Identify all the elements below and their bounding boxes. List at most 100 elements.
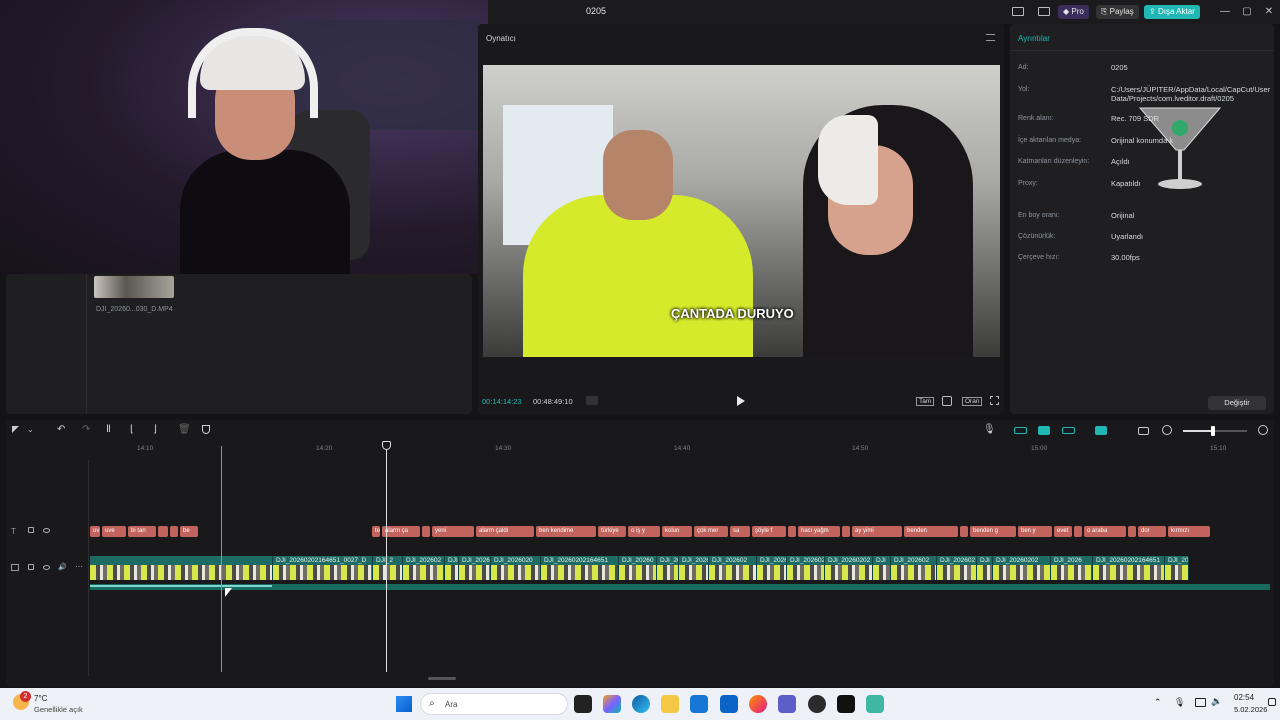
video-clip[interactable]: DJI_20260 — [1165, 556, 1189, 580]
text-clip[interactable]: te — [372, 526, 380, 537]
lock-icon[interactable] — [28, 564, 34, 570]
text-clip[interactable] — [1074, 526, 1082, 537]
text-clip[interactable]: be — [180, 526, 198, 537]
change-button[interactable]: Değiştir — [1208, 396, 1266, 410]
lock-icon[interactable] — [28, 527, 34, 533]
zoom-slider-handle[interactable] — [1211, 426, 1215, 436]
play-icon[interactable] — [737, 396, 745, 406]
eye-icon[interactable] — [43, 565, 50, 570]
video-clip[interactable]: DJI_202602 — [937, 556, 977, 580]
playhead[interactable] — [386, 446, 387, 672]
video-clip[interactable]: DJI_20260202 — [993, 556, 1051, 580]
text-clip[interactable]: alarm ça — [382, 526, 420, 537]
text-clip[interactable]: çok mer — [694, 526, 728, 537]
capcut-icon[interactable] — [837, 695, 855, 713]
caption-toggle-icon[interactable] — [1138, 427, 1149, 435]
undo-icon[interactable]: ↶ — [57, 424, 65, 435]
text-clip[interactable]: uv — [90, 526, 100, 537]
chevron-up-icon[interactable]: ⌃ — [1154, 697, 1162, 708]
store-icon[interactable] — [690, 695, 708, 713]
video-clip[interactable]: DJI_202602 — [709, 556, 757, 580]
timecode-icon[interactable] — [586, 396, 598, 405]
text-clip[interactable]: bi tan — [128, 526, 156, 537]
text-clip[interactable] — [422, 526, 430, 537]
text-clip[interactable]: evet — [1054, 526, 1072, 537]
chevron-down-icon[interactable]: ⌄ — [27, 425, 34, 434]
linkage-icon[interactable] — [1062, 427, 1075, 434]
text-clip[interactable] — [170, 526, 178, 537]
text-clip[interactable]: dor — [1138, 526, 1166, 537]
clock-date[interactable]: 5.02.2026 — [1234, 705, 1267, 714]
outlook-icon[interactable] — [720, 695, 738, 713]
video-frame[interactable]: ÇANTADA DURUYO — [483, 65, 1000, 357]
video-clip[interactable]: DJI_2026020 — [491, 556, 541, 580]
task-view-icon[interactable] — [574, 695, 592, 713]
notepad-icon[interactable] — [866, 695, 884, 713]
text-clip[interactable] — [788, 526, 796, 537]
video-clip[interactable]: DJI_2 — [373, 556, 403, 580]
select-tool-icon[interactable] — [12, 426, 19, 433]
file-explorer-icon[interactable] — [661, 695, 679, 713]
volume-icon[interactable]: 🔉 — [1211, 696, 1222, 707]
text-clip[interactable] — [960, 526, 968, 537]
main-track-link-icon[interactable] — [1014, 427, 1027, 434]
microphone-tray-icon[interactable]: 🎙 — [1174, 697, 1185, 708]
zoom-slider[interactable] — [1183, 426, 1247, 436]
windows-start-icon[interactable] — [396, 696, 412, 712]
video-clip[interactable]: DJI_2026 — [1051, 556, 1093, 580]
text-clip[interactable] — [1128, 526, 1136, 537]
split-left-icon[interactable]: ⌊ — [130, 424, 134, 435]
preview-axis-icon[interactable] — [1095, 426, 1107, 435]
text-clip[interactable]: türkiye — [598, 526, 626, 537]
video-clip[interactable]: DJI_202602 — [787, 556, 825, 580]
text-clip[interactable]: benden g — [970, 526, 1016, 537]
share-button[interactable]: ⎘ Paylaş — [1096, 5, 1139, 19]
video-clip[interactable]: DJI_20260202 — [825, 556, 873, 580]
playhead-handle[interactable] — [382, 441, 391, 450]
zoom-in-icon[interactable] — [1258, 425, 1268, 435]
full-quality-button[interactable]: Tam — [916, 397, 935, 406]
video-clip[interactable]: DJI — [977, 556, 993, 580]
delete-icon[interactable]: 🗑 — [178, 424, 191, 435]
text-clip[interactable]: şöyle f — [752, 526, 786, 537]
teams-icon[interactable] — [778, 695, 796, 713]
clock-time[interactable]: 02:54 — [1234, 693, 1254, 702]
more-icon[interactable]: ⋯ — [75, 562, 83, 571]
video-clip[interactable] — [90, 556, 273, 580]
video-clip[interactable]: DJI_2026 — [459, 556, 491, 580]
display-icon[interactable] — [1195, 698, 1206, 707]
snapshot-icon[interactable] — [942, 396, 952, 406]
video-clip[interactable]: DJI_202602 — [403, 556, 445, 580]
shield-icon[interactable] — [202, 425, 210, 434]
pro-button[interactable]: ◆ Pro — [1058, 5, 1089, 19]
text-clip[interactable]: alarm çaldı — [476, 526, 534, 537]
video-clip[interactable]: DJI_2026 — [757, 556, 787, 580]
layout-icon[interactable] — [1012, 7, 1024, 16]
text-clip[interactable]: kırmızı — [1168, 526, 1210, 537]
text-clip[interactable]: hacı yağm — [798, 526, 840, 537]
export-button[interactable]: ⇪ Dışa Aktar — [1144, 5, 1200, 19]
maximize-icon[interactable]: ▢ — [1240, 5, 1254, 19]
text-clip[interactable]: benden — [904, 526, 958, 537]
text-clip[interactable]: uve — [102, 526, 126, 537]
video-clip[interactable]: DJI_202 — [657, 556, 679, 580]
firefox-icon[interactable] — [749, 695, 767, 713]
split-right-icon[interactable]: ⌋ — [153, 424, 157, 435]
horizontal-scrollbar[interactable] — [428, 677, 456, 680]
video-clip[interactable]: DJI_2026 — [679, 556, 709, 580]
minimize-icon[interactable]: — — [1218, 5, 1232, 19]
weather-desc[interactable]: Genellikle açık — [34, 705, 83, 714]
auto-snap-icon[interactable] — [1038, 426, 1050, 435]
text-clip[interactable]: kolun — [662, 526, 692, 537]
shortcuts-icon[interactable] — [1038, 7, 1050, 16]
video-clip[interactable]: DJI_202602 — [891, 556, 937, 580]
text-clip[interactable] — [842, 526, 850, 537]
media-thumbnail[interactable] — [94, 276, 174, 298]
video-clip[interactable]: DJI_20260202164651 — [541, 556, 619, 580]
text-clip[interactable]: sa — [730, 526, 750, 537]
video-clip[interactable]: DJI_20260202164651_0027_D — [273, 556, 373, 580]
microphone-icon[interactable]: 🎙 — [983, 424, 996, 435]
weather-temp[interactable]: 7°C — [34, 694, 47, 703]
notification-icon[interactable] — [1268, 698, 1276, 706]
copilot-icon[interactable] — [603, 695, 621, 713]
